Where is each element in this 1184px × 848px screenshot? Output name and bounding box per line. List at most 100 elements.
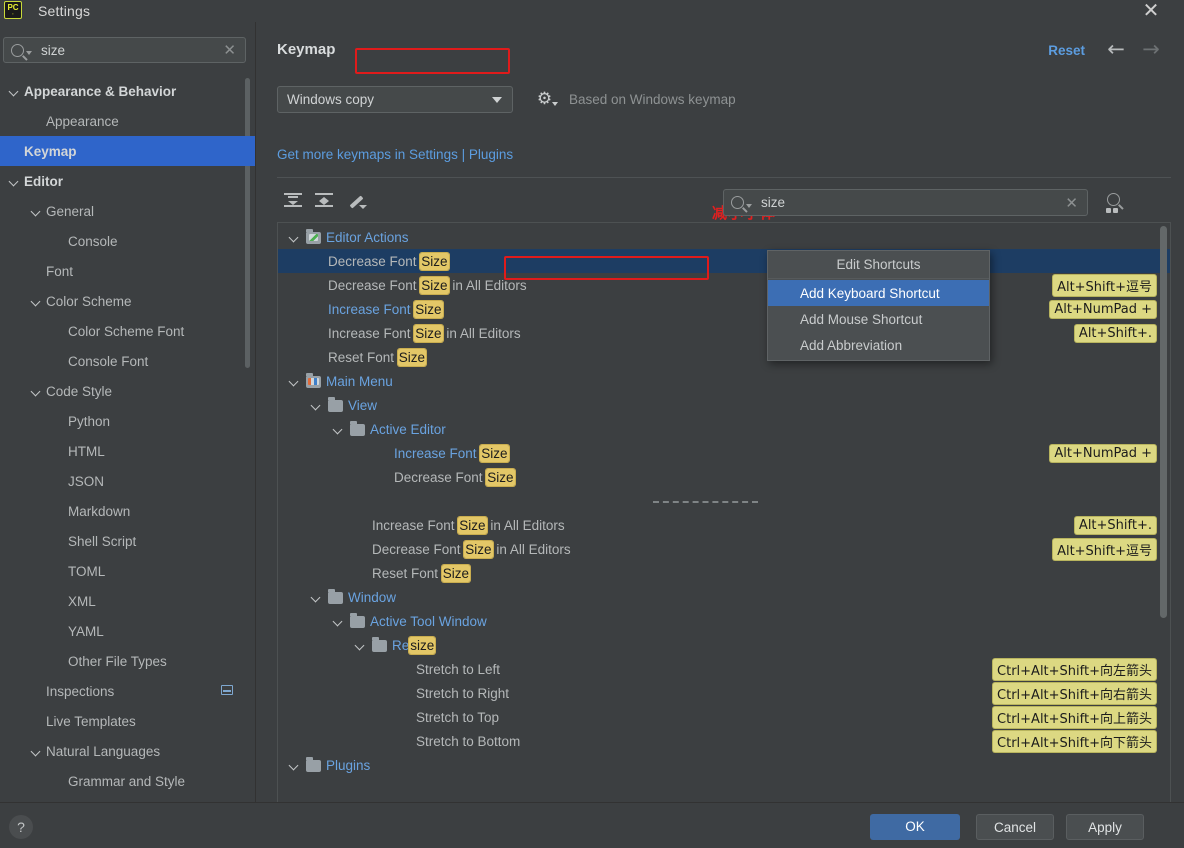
sidebar-item-color-scheme[interactable]: Color Scheme bbox=[0, 286, 255, 316]
sidebar-item-label: Inspections bbox=[46, 683, 115, 699]
sidebar-item-font[interactable]: Font bbox=[0, 256, 255, 286]
gear-icon[interactable]: ⚙ bbox=[535, 90, 554, 109]
sidebar-item-other-file-types[interactable]: Other File Types bbox=[0, 646, 255, 676]
sidebar-item-code-style[interactable]: Code Style bbox=[0, 376, 255, 406]
chevron-down-icon[interactable] bbox=[8, 85, 20, 97]
cancel-button[interactable]: Cancel bbox=[976, 814, 1054, 840]
sidebar-item-live-templates[interactable]: Live Templates bbox=[0, 706, 255, 736]
tree-group-row[interactable]: Active Editor bbox=[278, 417, 1170, 441]
sidebar-item-appearance-behavior[interactable]: Appearance & Behavior bbox=[0, 76, 255, 106]
action-search-input[interactable]: size bbox=[761, 195, 1065, 210]
sidebar-item-python[interactable]: Python bbox=[0, 406, 255, 436]
chevron-down-icon[interactable] bbox=[30, 205, 42, 217]
chevron-down-icon[interactable] bbox=[332, 423, 344, 435]
action-search-box[interactable]: size ✕ bbox=[723, 189, 1088, 216]
tree-scrollbar[interactable] bbox=[1160, 226, 1167, 618]
tree-action-row[interactable]: Decrease Font Size bbox=[278, 465, 1170, 489]
sidebar-item-json[interactable]: JSON bbox=[0, 466, 255, 496]
tree-action-row[interactable]: Increase Font Size in All Editors Alt+Shi… bbox=[278, 321, 1170, 345]
tree-row-label: Stretch to Top bbox=[416, 710, 499, 725]
tree-action-row[interactable]: Stretch to Bottom Ctrl+Alt+Shift+向下箭头 bbox=[278, 729, 1170, 753]
expand-all-icon[interactable] bbox=[282, 192, 304, 214]
chevron-down-icon[interactable] bbox=[310, 591, 322, 603]
tree-action-row[interactable]: Reset Font Size bbox=[278, 345, 1170, 369]
sidebar-item-console-font[interactable]: Console Font bbox=[0, 346, 255, 376]
keymap-select[interactable]: Windows copy bbox=[277, 86, 513, 113]
find-actions-icon[interactable] bbox=[1104, 192, 1126, 214]
tree-action-row[interactable]: Decrease Font Size in All Editors Alt+Shi… bbox=[278, 273, 1170, 297]
sidebar-item-toml[interactable]: TOML bbox=[0, 556, 255, 586]
chevron-down-icon[interactable] bbox=[354, 639, 366, 651]
chevron-down-icon[interactable] bbox=[288, 231, 300, 243]
search-dropdown-icon[interactable] bbox=[746, 203, 752, 208]
tree-action-row[interactable]: Stretch to Top Ctrl+Alt+Shift+向上箭头 bbox=[278, 705, 1170, 729]
sidebar-item-grammar-and-style[interactable]: Grammar and Style bbox=[0, 766, 255, 796]
sidebar-item-xml[interactable]: XML bbox=[0, 586, 255, 616]
apply-button[interactable]: Apply bbox=[1066, 814, 1144, 840]
sidebar-item-markdown[interactable]: Markdown bbox=[0, 496, 255, 526]
sidebar-item-editor[interactable]: Editor bbox=[0, 166, 255, 196]
sidebar-item-keymap[interactable]: Keymap bbox=[0, 136, 255, 166]
tree-group-row[interactable]: Window bbox=[278, 585, 1170, 609]
tree-action-row[interactable]: Stretch to Left Ctrl+Alt+Shift+向左箭头 bbox=[278, 657, 1170, 681]
clear-search-icon[interactable]: ✕ bbox=[223, 43, 236, 58]
tree-action-row[interactable]: Increase Font Size in All Editors Alt+Shi… bbox=[278, 513, 1170, 537]
tree-group-row[interactable]: Resize bbox=[278, 633, 1170, 657]
context-menu-item-add-abbreviation[interactable]: Add Abbreviation bbox=[768, 332, 989, 358]
sidebar-item-label: Appearance & Behavior bbox=[24, 83, 177, 99]
get-more-keymaps-link[interactable]: Get more keymaps in Settings | Plugins bbox=[277, 147, 513, 162]
sidebar-item-color-scheme-font[interactable]: Color Scheme Font bbox=[0, 316, 255, 346]
help-button[interactable]: ? bbox=[9, 815, 33, 839]
keymap-action-tree[interactable]: Editor Actions Decrease Font Size Decrease… bbox=[277, 222, 1171, 816]
tree-action-row[interactable]: Increase Font Size Alt+NumPad + bbox=[278, 297, 1170, 321]
sidebar-item-label: Font bbox=[46, 263, 74, 279]
tree-row-label: Decrease Font Size bbox=[328, 252, 449, 270]
chevron-down-icon[interactable] bbox=[8, 175, 20, 187]
tree-action-row[interactable]: Decrease Font Size in All Editors Alt+Shi… bbox=[278, 537, 1170, 561]
chevron-down-icon[interactable] bbox=[288, 375, 300, 387]
chevron-down-icon[interactable] bbox=[30, 745, 42, 757]
sidebar-item-yaml[interactable]: YAML bbox=[0, 616, 255, 646]
gear-dropdown-icon[interactable] bbox=[552, 102, 558, 106]
reset-link[interactable]: Reset bbox=[1048, 43, 1085, 58]
nav-forward-icon[interactable]: → bbox=[1138, 38, 1164, 62]
chevron-down-icon[interactable] bbox=[332, 615, 344, 627]
sidebar-item-general[interactable]: General bbox=[0, 196, 255, 226]
chevron-down-icon[interactable] bbox=[30, 295, 42, 307]
tree-action-row[interactable]: Stretch to Right Ctrl+Alt+Shift+向右箭头 bbox=[278, 681, 1170, 705]
tree-action-row[interactable]: Increase Font Size Alt+NumPad + bbox=[278, 441, 1170, 465]
search-match-highlight: Size bbox=[414, 324, 443, 342]
close-icon[interactable]: ✕ bbox=[1136, 0, 1166, 22]
chevron-down-icon[interactable] bbox=[30, 385, 42, 397]
tree-group-row[interactable]: Editor Actions bbox=[278, 225, 1170, 249]
collapse-all-icon[interactable] bbox=[313, 192, 335, 214]
context-menu-item-add-keyboard-shortcut[interactable]: Add Keyboard Shortcut bbox=[768, 280, 989, 306]
tree-group-row[interactable]: Active Tool Window bbox=[278, 609, 1170, 633]
tree-action-row[interactable]: Decrease Font Size bbox=[278, 249, 1170, 273]
ok-button[interactable]: OK bbox=[870, 814, 960, 840]
clear-search-icon[interactable]: ✕ bbox=[1065, 195, 1078, 210]
sidebar-item-label: Console bbox=[68, 233, 118, 249]
context-menu-item-label: Add Keyboard Shortcut bbox=[800, 285, 940, 301]
tree-group-row[interactable]: Main Menu bbox=[278, 369, 1170, 393]
shortcut-badge: Alt+NumPad + bbox=[1050, 444, 1156, 462]
tree-row-label: Reset Font Size bbox=[372, 564, 471, 582]
sidebar-item-inspections[interactable]: Inspections bbox=[0, 676, 255, 706]
sidebar-item-html[interactable]: HTML bbox=[0, 436, 255, 466]
sidebar-search-input[interactable]: size bbox=[41, 43, 223, 58]
tree-action-row[interactable]: Reset Font Size bbox=[278, 561, 1170, 585]
nav-back-icon[interactable]: ← bbox=[1103, 38, 1129, 62]
chevron-down-icon[interactable] bbox=[288, 759, 300, 771]
context-menu-item-add-mouse-shortcut[interactable]: Add Mouse Shortcut bbox=[768, 306, 989, 332]
sidebar-item-shell-script[interactable]: Shell Script bbox=[0, 526, 255, 556]
sidebar-search-box[interactable]: size ✕ bbox=[3, 37, 246, 63]
edit-pencil-icon[interactable] bbox=[346, 192, 368, 214]
tree-group-row[interactable]: View bbox=[278, 393, 1170, 417]
sidebar-item-appearance[interactable]: Appearance bbox=[0, 106, 255, 136]
tree-group-row[interactable]: Plugins bbox=[278, 753, 1170, 777]
panel-splitter[interactable] bbox=[255, 22, 264, 802]
sidebar-item-console[interactable]: Console bbox=[0, 226, 255, 256]
sidebar-item-natural-languages[interactable]: Natural Languages bbox=[0, 736, 255, 766]
search-dropdown-icon[interactable] bbox=[26, 51, 32, 55]
chevron-down-icon[interactable] bbox=[310, 399, 322, 411]
